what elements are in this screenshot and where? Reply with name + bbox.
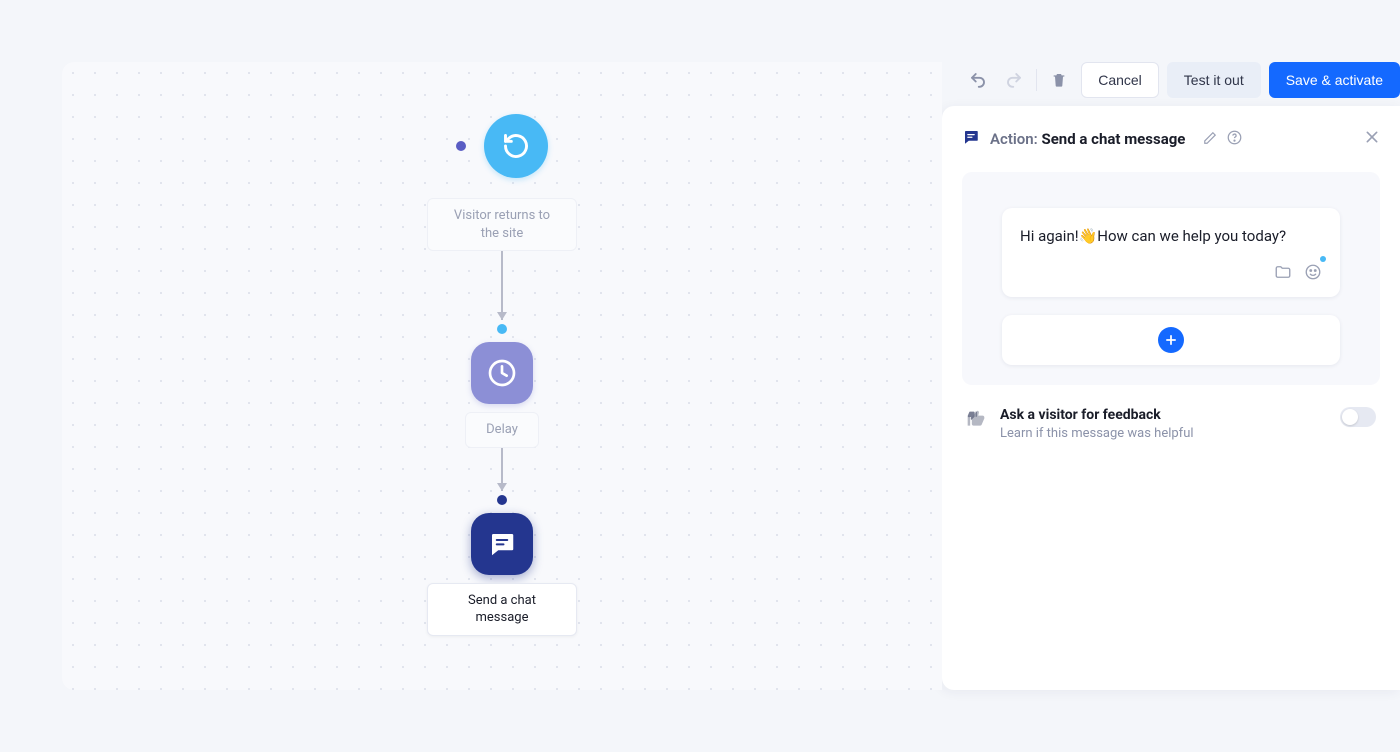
delete-button[interactable] <box>1045 72 1073 88</box>
action-side-panel: Action: Send a chat message <box>942 106 1400 690</box>
emoji-button[interactable] <box>1304 263 1322 285</box>
undo-icon <box>969 71 987 89</box>
feedback-row: Ask a visitor for feedback Learn if this… <box>962 407 1380 441</box>
refresh-icon <box>502 132 530 160</box>
feedback-toggle[interactable] <box>1340 407 1376 427</box>
close-icon <box>1364 129 1380 145</box>
connector-port[interactable] <box>497 324 507 334</box>
clock-icon <box>486 357 518 389</box>
save-activate-button[interactable]: Save & activate <box>1269 62 1400 98</box>
smile-icon <box>1304 263 1322 281</box>
add-message-card <box>1002 315 1340 365</box>
add-message-button[interactable] <box>1158 327 1184 353</box>
trigger-node[interactable] <box>484 114 548 178</box>
flow-canvas[interactable]: Visitor returns to the site Delay <box>62 62 942 690</box>
trigger-label: Visitor returns to the site <box>427 198 577 251</box>
help-icon <box>1227 130 1242 145</box>
close-panel-button[interactable] <box>1364 129 1380 150</box>
input-port <box>456 141 466 151</box>
action-node[interactable] <box>471 513 533 575</box>
message-editor-block: Hi again!👋How can we help you today? <box>962 172 1380 385</box>
feedback-title: Ask a visitor for feedback <box>1000 407 1194 423</box>
chat-icon <box>487 529 517 559</box>
redo-button <box>1000 71 1028 89</box>
thumbs-icon <box>966 409 986 433</box>
feedback-subtitle: Learn if this message was helpful <box>1000 426 1194 441</box>
status-dot <box>1320 256 1326 262</box>
connector-port[interactable] <box>497 495 507 505</box>
trash-icon <box>1051 72 1067 88</box>
plus-icon <box>1164 333 1178 347</box>
test-button[interactable]: Test it out <box>1167 62 1261 98</box>
undo-button[interactable] <box>964 71 992 89</box>
action-label: Send a chat message <box>427 583 577 636</box>
panel-title: Action: Send a chat message <box>990 130 1185 148</box>
wave-emoji: 👋 <box>1079 226 1098 247</box>
cancel-button[interactable]: Cancel <box>1081 62 1159 98</box>
message-text[interactable]: Hi again!👋How can we help you today? <box>1020 226 1322 247</box>
toolbar: Cancel Test it out Save & activate <box>942 62 1400 100</box>
help-button[interactable] <box>1227 130 1242 149</box>
folder-icon <box>1274 263 1292 281</box>
delay-node[interactable] <box>471 342 533 404</box>
chat-icon <box>962 128 980 150</box>
edit-button[interactable] <box>1203 130 1217 149</box>
redo-icon <box>1005 71 1023 89</box>
message-card[interactable]: Hi again!👋How can we help you today? <box>1002 208 1340 297</box>
delay-label: Delay <box>465 412 539 448</box>
attachment-button[interactable] <box>1274 263 1292 285</box>
pencil-icon <box>1203 131 1217 145</box>
